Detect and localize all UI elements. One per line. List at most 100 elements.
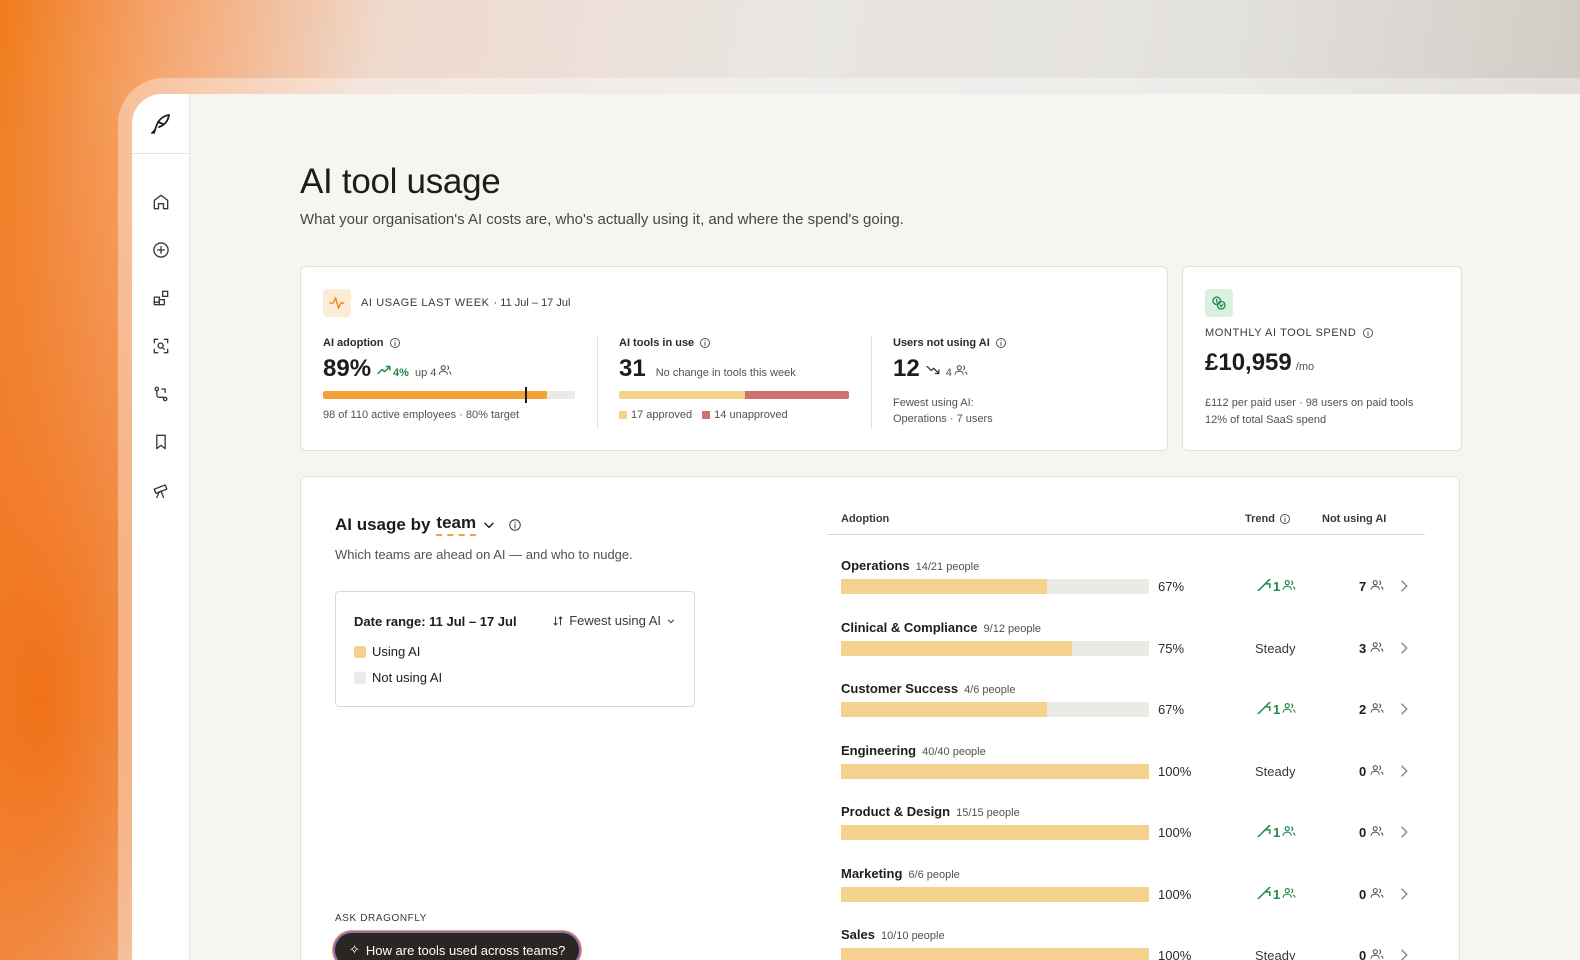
- team-adoption-pct: 100%: [1158, 886, 1192, 902]
- people-icon: [1282, 887, 1296, 902]
- team-not-using: 7: [1359, 579, 1384, 594]
- team-adoption-fill: [841, 886, 1149, 902]
- sidebar-item-explore[interactable]: [132, 466, 190, 514]
- sidebar-item-bookmarks[interactable]: [132, 418, 190, 466]
- team-adoption-pct: 100%: [1158, 825, 1192, 840]
- table-row[interactable]: Clinical & Compliance 9/12 people 75% Stead…: [301, 619, 1421, 675]
- chevron-right-icon[interactable]: [1399, 825, 1409, 844]
- team-people: 14/21 people: [915, 561, 980, 573]
- adoption-caption: 98 of 110 active employees · 80% target: [323, 409, 520, 421]
- trend-up-icon: [1257, 701, 1271, 717]
- team-people: 9/12 people: [983, 622, 1042, 635]
- spend-line-1: £112 per paid user · 98 users on paid to…: [1205, 397, 1414, 409]
- team-adoption-bar: [841, 702, 1149, 717]
- team-table-header: Adoption Trend Not using AI: [827, 507, 1425, 535]
- people-icon: [1370, 887, 1384, 902]
- people-icon: [1282, 825, 1296, 840]
- telescope-icon: [153, 484, 168, 499]
- people-icon: [439, 365, 452, 375]
- main-content: AI tool usage What your organisation's A…: [300, 94, 1580, 960]
- adoption-bar-fill: [323, 391, 548, 399]
- sidebar-item-home[interactable]: [132, 178, 190, 226]
- table-row[interactable]: Marketing 6/6 people 100% 1 0: [301, 865, 1421, 921]
- team-adoption-pct: 67%: [1158, 702, 1185, 717]
- home-icon: [153, 194, 169, 210]
- info-icon[interactable]: [508, 518, 522, 532]
- team-people: 10/10 people: [880, 930, 945, 942]
- team-people: 6/6 people: [908, 868, 960, 881]
- chevron-right-icon[interactable]: [1399, 641, 1409, 660]
- chevron-right-icon[interactable]: [1399, 764, 1409, 783]
- app-logo[interactable]: [132, 94, 189, 154]
- team-adoption-fill: [841, 948, 1149, 960]
- tools-split-bar: [619, 391, 849, 399]
- team-adoption-fill: [841, 640, 1072, 656]
- people-icon: [1282, 579, 1296, 594]
- table-row[interactable]: Operations 14/21 people 67% 1 7: [301, 557, 1421, 613]
- people-icon: [1370, 948, 1384, 960]
- col-trend: Trend: [1245, 513, 1291, 525]
- team-trend: 1: [1257, 824, 1296, 840]
- table-row[interactable]: Sales 10/10 people 100% Steady 0: [301, 926, 1421, 960]
- info-icon[interactable]: [389, 337, 401, 349]
- chevron-right-icon[interactable]: [1399, 702, 1409, 721]
- trend-up-icon: [377, 365, 391, 375]
- divider: [597, 335, 598, 429]
- sidebar-item-scan[interactable]: [132, 322, 190, 370]
- team-trend: Steady: [1255, 763, 1296, 779]
- divider: [871, 335, 872, 429]
- team-not-using: 0: [1359, 887, 1384, 902]
- team-adoption-fill: [841, 825, 1149, 840]
- trend-down-icon: [926, 365, 940, 375]
- monthly-spend-card: MONTHLY AI TOOL SPEND £10,959 /mo £112 p…: [1182, 266, 1462, 451]
- group-by-dropdown[interactable]: team: [436, 513, 477, 536]
- bookmark-icon: [156, 434, 166, 450]
- page-subtitle: What your organisation's AI costs are, w…: [300, 211, 904, 228]
- people-icon: [1370, 641, 1384, 656]
- fewest-label: Fewest using AI:: [893, 397, 974, 409]
- quill-logo-icon: [150, 113, 170, 134]
- info-icon[interactable]: [995, 337, 1007, 349]
- tools-note: No change in tools this week: [655, 367, 796, 379]
- spend-unit: /mo: [1295, 361, 1315, 373]
- adoption-label: AI adoption: [323, 337, 384, 349]
- trend-up-icon: [1257, 824, 1271, 840]
- col-not-using: Not using AI: [1322, 513, 1387, 525]
- team-not-using: 3: [1359, 641, 1384, 656]
- chevron-right-icon[interactable]: [1399, 887, 1409, 906]
- not-using-label: Users not using AI: [893, 337, 990, 349]
- sidebar-item-workflow[interactable]: [132, 370, 190, 418]
- team-name: Engineering 40/40 people: [841, 742, 986, 758]
- adoption-value: 89%: [323, 355, 372, 382]
- team-adoption-bar: [841, 948, 1149, 960]
- team-adoption-pct: 67%: [1158, 579, 1185, 594]
- table-row[interactable]: Engineering 40/40 people 100% Steady 0: [301, 742, 1421, 798]
- table-row[interactable]: Customer Success 4/6 people 67% 1 2: [301, 680, 1421, 736]
- sidebar: [132, 94, 190, 960]
- people-icon: [1370, 825, 1384, 840]
- adoption-delta-people: up 4: [414, 367, 437, 379]
- team-trend: Steady: [1255, 948, 1296, 960]
- chevron-down-icon[interactable]: [482, 518, 496, 532]
- coins-icon: [1205, 289, 1233, 317]
- team-trend: 1: [1257, 701, 1296, 717]
- team-adoption-pct: 100%: [1158, 948, 1192, 960]
- team-adoption-fill: [841, 763, 1149, 779]
- adoption-label-row: AI adoption: [323, 337, 575, 349]
- chevron-right-icon[interactable]: [1399, 579, 1409, 598]
- team-adoption-bar: [841, 763, 1149, 779]
- info-icon[interactable]: [699, 337, 711, 349]
- team-adoption-bar: [841, 886, 1149, 902]
- table-row[interactable]: Product & Design 15/15 people 100% 1 0: [301, 803, 1421, 859]
- info-icon[interactable]: [1362, 327, 1374, 339]
- sidebar-item-chat[interactable]: [132, 226, 190, 274]
- trend-up-icon: [1257, 578, 1271, 594]
- team-section-title: AI usage by: [335, 514, 431, 534]
- sidebar-item-apps[interactable]: [132, 274, 190, 322]
- chevron-right-icon[interactable]: [1399, 948, 1409, 960]
- col-adoption: Adoption: [841, 513, 890, 525]
- team-trend: Steady: [1255, 640, 1296, 656]
- trend-up-icon: [1257, 885, 1271, 902]
- team-name: Clinical & Compliance 9/12 people: [841, 619, 1042, 635]
- team-adoption-pct: 75%: [1158, 640, 1185, 656]
